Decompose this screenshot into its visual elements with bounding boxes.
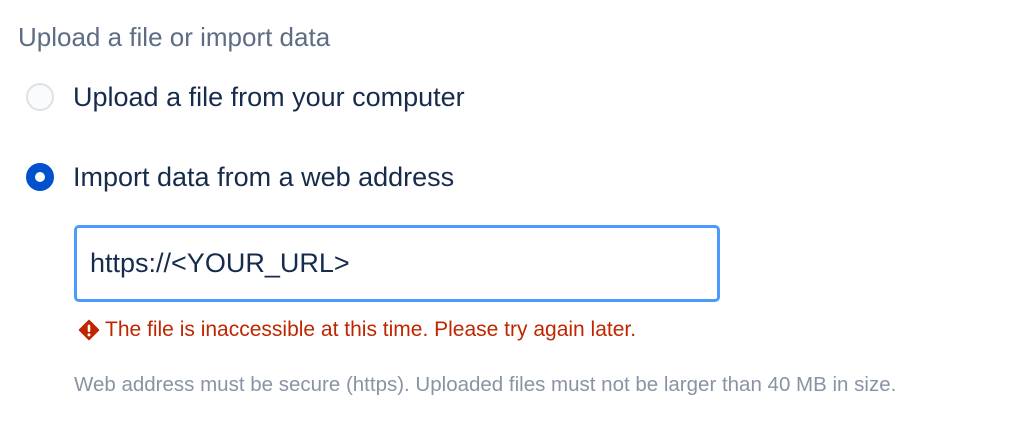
error-message: The file is inaccessible at this time. P… (78, 316, 636, 344)
radio-label-upload-file[interactable]: Upload a file from your computer (73, 80, 465, 114)
radio-button-upload-file[interactable] (26, 83, 54, 111)
error-icon (78, 319, 100, 341)
radio-selected-dot (35, 172, 45, 182)
radio-button-import-url[interactable] (26, 163, 54, 191)
section-title: Upload a file or import data (18, 22, 331, 52)
radio-option-upload-file[interactable]: Upload a file from your computer (26, 80, 465, 114)
radio-option-import-url[interactable]: Import data from a web address (26, 160, 454, 194)
error-text: The file is inaccessible at this time. P… (105, 318, 637, 341)
url-input[interactable] (90, 248, 704, 279)
url-field[interactable] (74, 225, 720, 302)
helper-text: Web address must be secure (https). Uplo… (74, 373, 897, 396)
radio-label-import-url[interactable]: Import data from a web address (73, 160, 454, 194)
